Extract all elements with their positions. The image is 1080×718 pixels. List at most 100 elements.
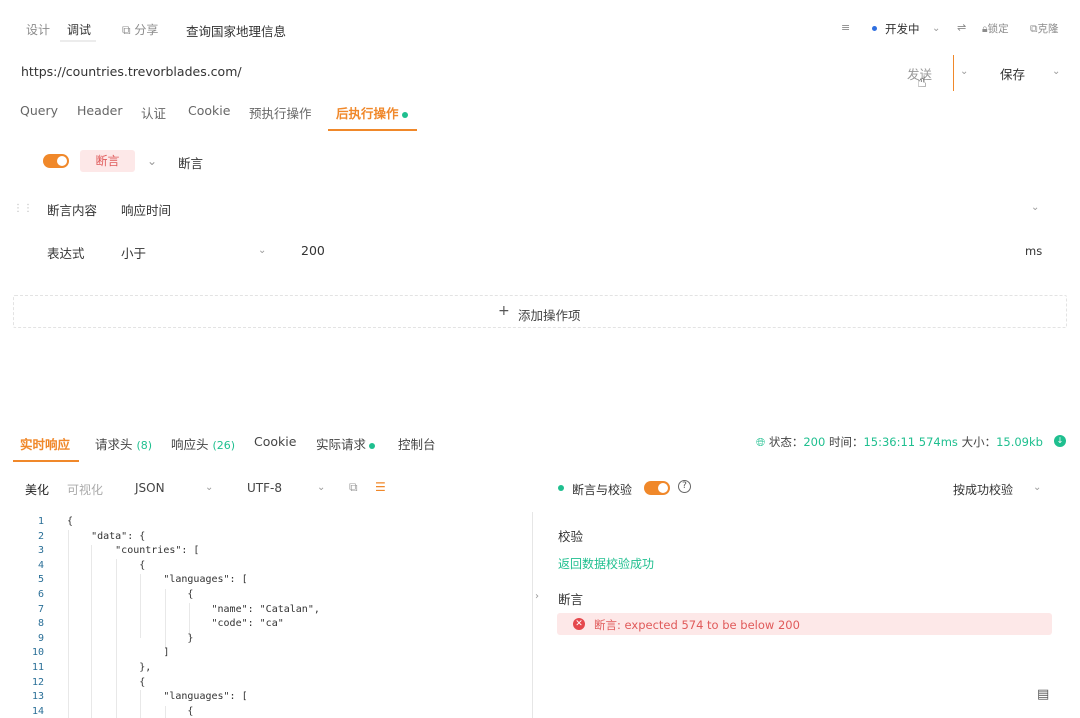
panel-separator[interactable] [532,512,533,718]
code-line: { [67,676,146,688]
actual-request-dot [369,442,376,449]
validate-success-text: 返回数据校验成功 [558,557,655,571]
line-number: 1 [37,516,44,527]
tab-realtime-response[interactable]: 实时响应 [20,434,70,453]
drag-handle-icon[interactable]: ⋮⋮ [13,204,33,214]
tab-post-script-label: 后执行操作 [336,106,399,121]
code-line: { [67,516,74,527]
assertion-content-select[interactable]: 响应时间 [121,200,171,219]
line-number: 7 [37,603,44,615]
code-line: }, [67,662,152,673]
code-line: { [67,559,146,571]
code-line: "name": "Catalan", [67,603,320,615]
view-visual-tab[interactable]: 可视化 [67,481,103,498]
view-pretty-tab[interactable]: 美化 [25,481,49,498]
env-selector[interactable]: 开发中 [885,21,920,37]
error-icon: ✕ [573,618,585,630]
response-code-viewer[interactable]: 1 {2 "data": {3 "countries": [4 {5 "langu… [0,512,530,718]
code-line: "code": "ca" [67,618,284,630]
cursor-icon: ☝︎ [917,72,927,91]
code-line: "languages": [ [67,574,248,586]
edit-icon[interactable]: ≡ [841,21,850,34]
assertion-unit: ms [1025,244,1043,258]
assertion-collapse-chevron-icon[interactable]: ⌄ [147,154,157,168]
tab-auth[interactable]: 认证 [141,103,166,122]
time-value: 15:36:11 574ms [863,435,958,449]
tab-response-headers-count: (26) [212,439,236,452]
copy-icon[interactable]: ⧉ [349,480,358,495]
tab-actual-request-label: 实际请求 [316,437,367,452]
format-chevron-icon[interactable]: ⌄ [205,482,213,493]
status-label: 状态： [768,435,804,449]
collapse-panel-chevron-icon[interactable]: › [535,591,539,602]
assertion-expr-chevron-icon[interactable]: ⌄ [258,245,266,256]
assertion-content-label: 断言内容 [47,203,98,218]
code-line: "countries": [ [67,545,200,557]
tab-request-headers[interactable]: 请求头 (8) [95,434,152,453]
clone-icon: ⧉ [1030,23,1038,35]
tab-debug[interactable]: 调试 [67,21,91,38]
send-options-chevron-icon[interactable]: ⌄ [960,66,968,77]
tab-design[interactable]: 设计 [26,21,50,38]
request-name[interactable]: 查询国家地理信息 [186,21,286,40]
lock-button[interactable]: 🔒︎锁定 [982,21,1009,36]
format-select[interactable]: JSON [135,481,165,495]
assertion-enable-toggle[interactable] [43,154,69,168]
validation-toggle[interactable] [644,481,670,495]
tab-pre-script[interactable]: 预执行操作 [249,103,312,122]
tab-response-headers[interactable]: 响应头 (26) [171,434,235,453]
save-options-chevron-icon[interactable]: ⌄ [1052,66,1060,77]
download-icon[interactable]: ↓ [1054,435,1066,447]
validation-mode-select[interactable]: 按成功校验 [953,481,1013,498]
status-value: 200 [803,435,826,449]
code-line: { [67,705,194,717]
env-dot [872,26,877,31]
tab-header[interactable]: Header [77,103,123,118]
share-icon: ⧉ [122,23,131,37]
code-line: "data": { [67,530,146,542]
time-label: 时间： [828,435,864,449]
clone-button[interactable]: ⧉克隆 [1030,21,1059,36]
assertion-expr-label: 表达式 [47,246,85,261]
assert-section-title: 断言 [558,592,584,607]
response-status-bar: 🌐︎ 状态：200 时间：15:36:11 574ms 大小：15.09kb ↓ [756,434,1066,450]
code-line: ] [67,647,170,659]
assertion-content-chevron-icon[interactable]: ⌄ [1031,202,1039,213]
help-icon[interactable]: ? [678,480,691,493]
active-dot [401,111,408,118]
tab-query[interactable]: Query [20,103,58,118]
layout-icon[interactable]: ⇌ [957,21,966,34]
assertion-name[interactable]: 断言 [178,153,203,172]
chevron-down-icon[interactable]: ⌄ [932,23,940,34]
share-button[interactable]: ⧉ 分享 [122,21,158,38]
tab-console[interactable]: 控制台 [398,434,436,453]
assertion-threshold-input[interactable]: 200 [301,243,325,258]
code-line: "languages": [ [67,691,248,703]
save-snapshot-icon[interactable]: ▤ [1037,687,1049,702]
assertion-expr-select[interactable]: 小于 [121,243,146,262]
assert-error-text: 断言: expected 574 to be below 200 [594,618,800,632]
validation-mode-chevron-icon[interactable]: ⌄ [1033,482,1041,493]
tab-request-headers-count: (8) [136,439,153,452]
line-number: 9 [37,632,44,644]
encoding-select[interactable]: UTF-8 [247,481,282,495]
encoding-chevron-icon[interactable]: ⌄ [317,482,325,493]
tab-response-headers-label: 响应头 [171,437,209,452]
tab-post-script[interactable]: 后执行操作 [336,103,408,122]
save-button[interactable]: 保存 [1000,64,1025,83]
code-line: { [67,589,194,600]
line-number: 13 [31,691,44,703]
line-number: 11 [31,662,44,673]
size-value: 15.09kb [996,435,1043,449]
line-number: 12 [31,676,44,688]
wrap-lines-icon[interactable]: ☰ [375,480,386,494]
tab-cookie[interactable]: Cookie [188,103,230,118]
add-action-button[interactable]: + 添加操作项 [13,295,1067,328]
plus-icon: + [498,303,510,319]
url-input[interactable]: https://countries.trevorblades.com/ [21,64,242,79]
tab-post-script-underline [328,129,417,131]
line-number: 2 [37,530,44,542]
tab-actual-request[interactable]: 实际请求 [316,434,376,453]
tab-realtime-underline [13,460,79,462]
tab-response-cookie[interactable]: Cookie [254,434,296,449]
